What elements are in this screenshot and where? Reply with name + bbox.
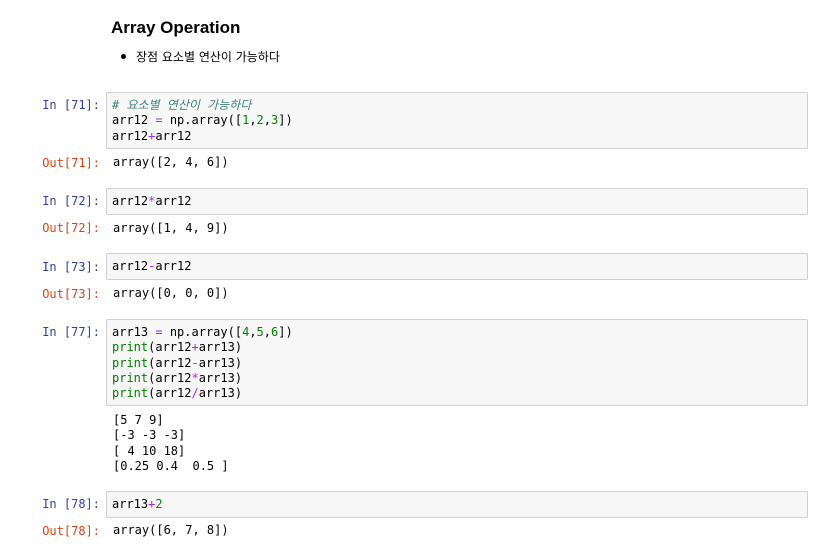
- code-token: (arr12: [148, 370, 192, 385]
- code-token: np.array([: [162, 113, 243, 128]
- code-token: (arr12: [148, 386, 192, 401]
- code-token: print: [112, 340, 149, 355]
- code-token: ,: [249, 325, 257, 339]
- code-token: arr13): [198, 340, 243, 355]
- code-token: =: [155, 113, 163, 128]
- code-token: arr12: [155, 259, 192, 273]
- out-prompt: Out[73]:: [42, 287, 100, 301]
- code-line: print(arr12*arr13): [112, 371, 807, 386]
- code-token: 2: [256, 113, 264, 128]
- code-line: # 요소별 연산이 가능하다: [112, 98, 807, 113]
- bullet-dot-icon: [121, 54, 126, 59]
- cell-output: array([2, 4, 6]): [113, 155, 229, 169]
- code-token: arr13: [112, 497, 149, 511]
- code-token: print: [112, 370, 149, 385]
- cell-output: array([1, 4, 9]): [113, 221, 229, 235]
- code-token: +: [191, 340, 199, 355]
- in-prompt: In [73]:: [42, 260, 100, 274]
- cell-output: array([6, 7, 8]): [113, 523, 229, 537]
- code-token: 5: [256, 325, 264, 339]
- code-token: np.array([: [162, 325, 243, 339]
- code-token: *: [191, 370, 199, 385]
- code-token: (arr12: [148, 340, 192, 355]
- code-token: ,: [249, 113, 257, 128]
- markdown-title: Array Operation: [111, 18, 241, 37]
- code-token: arr12: [155, 128, 192, 143]
- code-line: arr12+arr12: [112, 129, 807, 144]
- code-line: print(arr12+arr13): [112, 340, 807, 355]
- code-cell[interactable]: arr13 = np.array([4,5,6]) print(arr12+arr…: [106, 319, 808, 406]
- code-token: arr13): [198, 355, 243, 370]
- code-token: /: [191, 386, 199, 401]
- code-token: arr13): [198, 370, 243, 385]
- code-line: arr12*arr12: [112, 194, 807, 209]
- code-line: arr12 = np.array([1,2,3]): [112, 113, 807, 128]
- code-line: arr13 = np.array([4,5,6]): [112, 325, 807, 340]
- code-token: ,: [263, 325, 272, 339]
- code-token: arr12: [155, 194, 192, 208]
- out-prompt: Out[78]:: [42, 524, 100, 538]
- code-token: # 요소별 연산이 가능하다: [112, 98, 252, 112]
- cell-output: [5 7 9] [-3 -3 -3] [ 4 10 18] [0.25 0.4 …: [113, 413, 229, 473]
- in-prompt: In [71]:: [42, 98, 100, 112]
- code-token: arr12: [112, 128, 149, 143]
- code-token: ]): [278, 325, 293, 339]
- out-prompt: Out[72]:: [42, 221, 100, 235]
- markdown-bullet: 장점 요소별 연산이 가능하다: [121, 48, 280, 65]
- code-line: arr12-arr12: [112, 259, 807, 274]
- code-token: arr13: [112, 325, 156, 339]
- cell-output: array([0, 0, 0]): [113, 286, 229, 300]
- code-token: (arr12: [148, 355, 192, 370]
- code-line: arr13+2: [112, 497, 807, 512]
- code-token: ]): [278, 113, 293, 128]
- code-token: arr12: [112, 194, 149, 208]
- code-line: print(arr12/arr13): [112, 386, 807, 401]
- code-token: =: [155, 325, 163, 339]
- code-token: print: [112, 386, 149, 401]
- in-prompt: In [78]:: [42, 497, 100, 511]
- markdown-bullet-text: 장점 요소별 연산이 가능하다: [136, 50, 280, 64]
- code-line: print(arr12-arr13): [112, 356, 807, 371]
- in-prompt: In [72]:: [42, 194, 100, 208]
- code-token: ,: [263, 113, 272, 128]
- code-token: arr13): [198, 386, 243, 401]
- code-cell[interactable]: arr12-arr12: [106, 253, 808, 280]
- code-cell[interactable]: # 요소별 연산이 가능하다 arr12 = np.array([1,2,3]) a…: [106, 92, 808, 149]
- code-cell[interactable]: arr13+2: [106, 491, 808, 518]
- code-token: arr12: [112, 259, 149, 273]
- code-token: arr12: [112, 113, 156, 128]
- code-token: -: [191, 355, 199, 370]
- code-token: 2: [155, 497, 163, 511]
- in-prompt: In [77]:: [42, 325, 100, 339]
- code-token: print: [112, 355, 149, 370]
- code-cell[interactable]: arr12*arr12: [106, 188, 808, 215]
- out-prompt: Out[71]:: [42, 156, 100, 170]
